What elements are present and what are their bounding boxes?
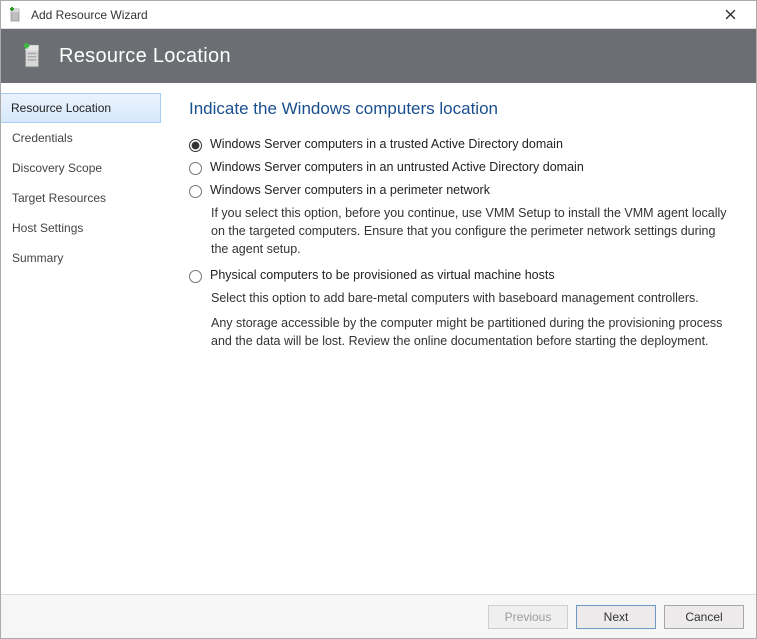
option-description: Select this option to add bare-metal com…: [211, 289, 734, 307]
option-description: If you select this option, before you co…: [211, 204, 734, 258]
titlebar: Add Resource Wizard: [1, 1, 756, 29]
next-button[interactable]: Next: [576, 605, 656, 629]
radio-untrusted-domain[interactable]: [189, 162, 202, 175]
option-label[interactable]: Physical computers to be provisioned as …: [210, 268, 555, 282]
option-label[interactable]: Windows Server computers in a perimeter …: [210, 183, 490, 197]
sidebar-item-label: Target Resources: [12, 191, 106, 205]
option-label[interactable]: Windows Server computers in a trusted Ac…: [210, 137, 563, 151]
sidebar-step-target-resources[interactable]: Target Resources: [1, 183, 161, 213]
wizard-header: Resource Location: [1, 29, 756, 83]
sidebar-step-credentials[interactable]: Credentials: [1, 123, 161, 153]
option-perimeter-network: Windows Server computers in a perimeter …: [189, 183, 734, 258]
wizard-footer: Previous Next Cancel: [1, 594, 756, 638]
sidebar-step-summary[interactable]: Summary: [1, 243, 161, 273]
sidebar-item-label: Discovery Scope: [12, 161, 102, 175]
sidebar-step-discovery-scope[interactable]: Discovery Scope: [1, 153, 161, 183]
content-heading: Indicate the Windows computers location: [189, 99, 734, 119]
close-button[interactable]: [710, 2, 750, 28]
sidebar-item-label: Host Settings: [12, 221, 83, 235]
sidebar-step-resource-location[interactable]: Resource Location: [1, 93, 161, 123]
sidebar-item-label: Resource Location: [11, 101, 111, 115]
radio-perimeter-network[interactable]: [189, 185, 202, 198]
previous-button: Previous: [488, 605, 568, 629]
wizard-content: Indicate the Windows computers location …: [161, 83, 756, 594]
option-untrusted-domain: Windows Server computers in an untrusted…: [189, 160, 734, 175]
wizard-steps-sidebar: Resource Location Credentials Discovery …: [1, 83, 161, 594]
sidebar-item-label: Summary: [12, 251, 63, 265]
radio-trusted-domain[interactable]: [189, 139, 202, 152]
sidebar-item-label: Credentials: [12, 131, 73, 145]
window-title: Add Resource Wizard: [31, 8, 710, 22]
wizard-body: Resource Location Credentials Discovery …: [1, 83, 756, 594]
radio-physical-computers[interactable]: [189, 270, 202, 283]
option-description: Any storage accessible by the computer m…: [211, 314, 734, 350]
app-icon: [7, 6, 25, 24]
option-trusted-domain: Windows Server computers in a trusted Ac…: [189, 137, 734, 152]
server-icon: [19, 41, 45, 71]
wizard-header-title: Resource Location: [59, 45, 231, 68]
option-physical-computers: Physical computers to be provisioned as …: [189, 268, 734, 349]
sidebar-step-host-settings[interactable]: Host Settings: [1, 213, 161, 243]
cancel-button[interactable]: Cancel: [664, 605, 744, 629]
option-label[interactable]: Windows Server computers in an untrusted…: [210, 160, 584, 174]
